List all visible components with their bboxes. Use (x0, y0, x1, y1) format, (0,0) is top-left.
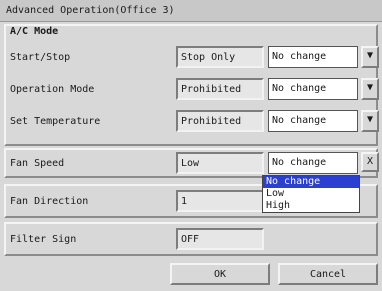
fan-direction-value: 1 (176, 190, 264, 212)
fan-direction-label: Fan Direction (10, 196, 89, 207)
set-temperature-value: Prohibited (176, 110, 264, 132)
filter-sign-label: Filter Sign (10, 234, 77, 245)
chevron-down-icon: ▼ (366, 82, 374, 93)
ac-mode-title: A/C Mode (10, 26, 59, 37)
fan-speed-close-button[interactable]: X (361, 152, 379, 172)
operation-mode-dropdown-button[interactable]: ▼ (361, 78, 379, 100)
cancel-button[interactable]: Cancel (278, 263, 378, 285)
ok-button[interactable]: OK (170, 263, 270, 285)
operation-mode-value: Prohibited (176, 78, 264, 100)
set-temperature-label: Set Temperature (10, 116, 101, 127)
start-stop-value: Stop Only (176, 46, 264, 68)
fan-speed-dropdown-list: No change Low High (262, 175, 360, 213)
start-stop-dropdown-button[interactable]: ▼ (361, 46, 379, 68)
set-temperature-dropdown-button[interactable]: ▼ (361, 110, 379, 132)
set-temperature-select[interactable]: No change (268, 110, 358, 132)
operation-mode-select[interactable]: No change (268, 78, 358, 100)
filter-sign-group: Filter Sign OFF (4, 222, 378, 256)
fan-speed-value: Low (176, 152, 264, 174)
chevron-down-icon: ▼ (366, 50, 374, 61)
chevron-down-icon: ▼ (366, 114, 374, 125)
operation-mode-row: Operation Mode Prohibited No change ▼ (6, 78, 379, 104)
close-icon: X (366, 156, 374, 167)
start-stop-label: Start/Stop (10, 52, 71, 63)
dropdown-option-low[interactable]: Low (263, 188, 359, 200)
start-stop-row: Start/Stop Stop Only No change ▼ (6, 46, 379, 72)
fan-speed-select[interactable]: No change (268, 152, 358, 174)
filter-sign-value: OFF (176, 228, 264, 250)
operation-mode-label: Operation Mode (10, 84, 95, 95)
ac-mode-group: A/C Mode Start/Stop Stop Only No change … (4, 24, 379, 146)
window-title: Advanced Operation(Office 3) (0, 0, 382, 22)
start-stop-select[interactable]: No change (268, 46, 358, 68)
fan-speed-group: Fan Speed Low No change X (4, 148, 379, 178)
dropdown-option-high[interactable]: High (263, 200, 359, 212)
fan-speed-label: Fan Speed (10, 158, 65, 169)
set-temperature-row: Set Temperature Prohibited No change ▼ (6, 110, 379, 136)
filter-sign-row: Filter Sign OFF (6, 228, 376, 254)
dropdown-option-no-change[interactable]: No change (263, 176, 359, 188)
